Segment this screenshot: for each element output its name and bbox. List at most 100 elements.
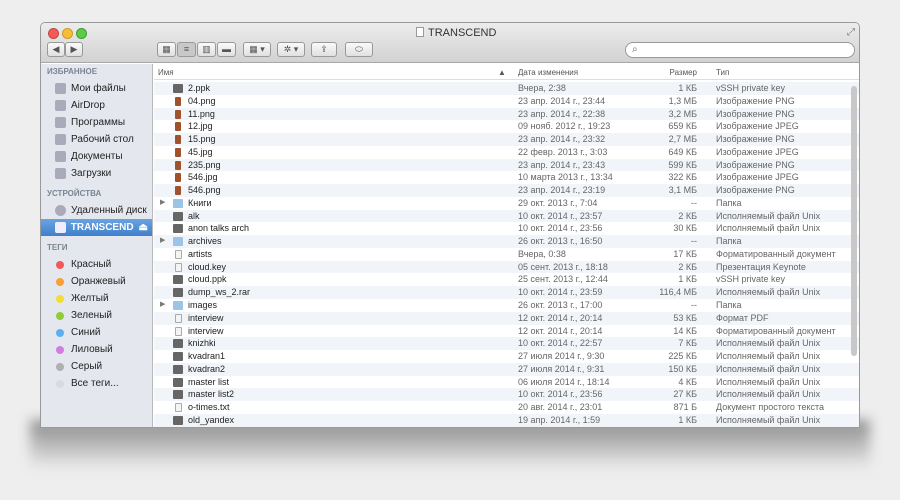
sidebar-tag-label: Оранжевый — [71, 276, 126, 287]
close-button[interactable] — [48, 28, 59, 39]
tag-color-icon — [56, 294, 64, 303]
column-name[interactable]: Имя — [158, 68, 174, 77]
file-date: 05 сент. 2013 г., 18:18 — [518, 261, 608, 272]
file-date: 10 окт. 2014 г., 23:56 — [518, 389, 603, 400]
file-size: 2 КБ — [678, 210, 697, 221]
column-date[interactable]: Дата изменения — [518, 68, 578, 77]
minimize-button[interactable] — [62, 28, 73, 39]
sidebar-item-label: Рабочий стол — [71, 134, 134, 145]
file-row[interactable]: 45.jpg 22 февр. 2013 г., 3:03 649 КБ Изобра… — [154, 146, 859, 159]
sidebar-tag[interactable]: Зеленый — [41, 307, 152, 324]
file-row[interactable]: interview 12 окт. 2014 г., 20:14 14 КБ Форм… — [154, 325, 859, 338]
file-name: 2.ppk — [188, 83, 211, 93]
sidebar-tag[interactable]: Красный — [41, 256, 152, 273]
file-row[interactable]: 546.png 23 апр. 2014 г., 23:19 3,1 МБ Изобр… — [154, 184, 859, 197]
sidebar-tag[interactable]: Желтый — [41, 290, 152, 307]
file-name: 546.jpg — [188, 172, 218, 183]
image-file-icon — [175, 109, 181, 119]
column-type[interactable]: Тип — [716, 68, 729, 77]
file-row[interactable]: knizhki 10 окт. 2014 г., 22:57 7 КБ Исполня… — [154, 337, 859, 351]
file-row[interactable]: dump_ws_2.rar 10 окт. 2014 г., 23:59 116,4… — [154, 286, 859, 300]
file-row[interactable]: o-times.txt 20 авг. 2014 г., 23:01 871 Б До… — [154, 401, 859, 414]
file-row[interactable]: 15.png 23 апр. 2014 г., 23:32 2,7 МБ Изобра… — [154, 133, 859, 146]
file-row[interactable]: ▶ Книги 29 окт. 2013 г., 7:04 -- Папка — [154, 197, 859, 210]
share-button[interactable]: ⇪ — [311, 42, 337, 57]
file-row[interactable]: artists Вчера, 0:38 17 КБ Форматированный д… — [154, 248, 859, 261]
file-name: o-times.txt — [188, 402, 230, 413]
file-type: Исполняемый файл Unix — [716, 376, 821, 387]
sidebar-item[interactable]: AirDrop — [41, 97, 152, 114]
file-date: 26 окт. 2013 г., 16:50 — [518, 236, 603, 247]
file-row[interactable]: ▶ archives 26 окт. 2013 г., 16:50 -- Папка — [154, 235, 859, 248]
arrange-button[interactable]: ▦ ▾ — [243, 42, 271, 57]
file-date: 29 окт. 2013 г., 7:04 — [518, 197, 598, 208]
view-coverflow-button[interactable]: ▬ — [217, 42, 236, 57]
sidebar: ИЗБРАННОЕ Мои файлы AirDrop Программы Рабоч… — [41, 64, 153, 427]
file-row[interactable]: kvadran1 27 июля 2014 г., 9:30 225 КБ Испол… — [154, 350, 859, 363]
file-row[interactable]: cloud.ppk 25 сент. 2013 г., 12:44 1 КБ vSSH… — [154, 273, 859, 286]
view-list-button[interactable]: ≡ — [177, 42, 196, 57]
file-row[interactable]: 235.png 23 апр. 2014 г., 23:43 599 КБ Изобр… — [154, 158, 859, 172]
sidebar-tag-label: Лиловый — [71, 344, 113, 355]
forward-button[interactable]: ▶ — [65, 42, 83, 57]
file-row[interactable]: 546.jpg 10 марта 2013 г., 13:34 322 КБ Изоб… — [154, 171, 859, 184]
file-row[interactable]: master list 06 июля 2014 г., 18:14 4 КБ Исп… — [154, 376, 859, 389]
disclosure-triangle-icon[interactable]: ▶ — [160, 235, 165, 248]
file-row[interactable]: alk 10 окт. 2014 г., 23:57 2 КБ Исполняемый… — [154, 209, 859, 223]
sidebar-tag[interactable]: Синий — [41, 324, 152, 341]
file-type: Папка — [716, 300, 742, 311]
file-date: 10 марта 2013 г., 13:34 — [518, 172, 613, 183]
sidebar-item[interactable]: Рабочий стол — [41, 131, 152, 148]
file-size: 3,1 МБ — [668, 185, 697, 196]
tags-button[interactable]: ⬭ — [345, 42, 373, 57]
sidebar-item[interactable]: Загрузки — [41, 165, 152, 182]
file-row[interactable]: interview 12 окт. 2014 г., 20:14 53 КБ Форм… — [154, 311, 859, 325]
file-type: Исполняемый файл Unix — [716, 287, 821, 298]
sidebar-item[interactable]: Программы — [41, 114, 152, 131]
file-row[interactable]: anon talks arch 10 окт. 2014 г., 23:56 30 … — [154, 222, 859, 235]
zoom-button[interactable] — [76, 28, 87, 39]
file-name: interview — [188, 325, 224, 336]
file-size: 871 Б — [673, 402, 697, 413]
file-icon — [173, 84, 183, 93]
sidebar-tag[interactable]: Серый — [41, 358, 152, 375]
title-bar: TRANSCEND ⤢ ◀ ▶ ▦ ≡ ▥ ▬ ▦ ▾ ✲ ▾ ⇪ ⬭ ⌕ — [41, 23, 859, 63]
view-columns-button[interactable]: ▥ — [197, 42, 216, 57]
column-size[interactable]: Размер — [670, 68, 698, 77]
file-date: 26 окт. 2013 г., 17:00 — [518, 300, 603, 311]
search-input[interactable]: ⌕ — [625, 42, 855, 58]
sidebar-item[interactable]: Мои файлы — [41, 80, 152, 97]
file-row[interactable]: old_yandex 19 апр. 2014 г., 1:59 1 КБ Испол… — [154, 413, 859, 427]
sidebar-item[interactable]: Документы — [41, 148, 152, 165]
file-row[interactable]: 04.png 23 апр. 2014 г., 23:44 1,3 МБ Изобра… — [154, 95, 859, 108]
drive-icon — [55, 222, 66, 233]
sidebar-item-label: Удаленный диск — [71, 205, 147, 216]
sidebar-device[interactable]: TRANSCEND ⏏ — [41, 219, 152, 236]
file-size: 659 КБ — [668, 121, 697, 132]
vertical-scrollbar[interactable] — [851, 86, 857, 356]
file-row[interactable]: cloud.key 05 сент. 2013 г., 18:18 2 КБ През… — [154, 260, 859, 274]
file-row[interactable]: 12.jpg 09 нояб. 2012 г., 19:23 659 КБ Изобр… — [154, 120, 859, 133]
file-type: Изображение JPEG — [716, 146, 799, 157]
sidebar-item-label: Загрузки — [71, 168, 112, 179]
sidebar-device[interactable]: Удаленный диск — [41, 202, 152, 219]
action-button[interactable]: ✲ ▾ — [277, 42, 305, 57]
sidebar-tag-label: Синий — [71, 327, 101, 338]
eject-icon[interactable]: ⏏ — [139, 219, 148, 236]
disclosure-triangle-icon[interactable]: ▶ — [160, 299, 165, 312]
sidebar-tag[interactable]: Лиловый — [41, 341, 152, 358]
file-row[interactable]: 2.ppk Вчера, 2:38 1 КБ vSSH private key — [154, 82, 859, 95]
file-row[interactable]: master list2 10 окт. 2014 г., 23:56 27 КБ И… — [154, 388, 859, 402]
file-type: Изображение PNG — [716, 134, 795, 145]
view-icons-button[interactable]: ▦ — [157, 42, 176, 57]
disclosure-triangle-icon[interactable]: ▶ — [160, 197, 165, 210]
file-row[interactable]: 11.png 23 апр. 2014 г., 22:38 3,2 МБ Изобра… — [154, 107, 859, 121]
back-button[interactable]: ◀ — [47, 42, 65, 57]
airdrop-icon — [55, 100, 66, 111]
file-row[interactable]: kvadran2 27 июля 2014 г., 9:31 150 КБ Испол… — [154, 362, 859, 376]
file-size: 3,2 МБ — [668, 108, 697, 119]
fullscreen-icon[interactable]: ⤢ — [847, 27, 855, 38]
file-row[interactable]: ▶ images 26 окт. 2013 г., 17:00 -- Папка — [154, 299, 859, 312]
sidebar-tag[interactable]: Все теги... — [41, 375, 152, 392]
sidebar-tag[interactable]: Оранжевый — [41, 273, 152, 290]
